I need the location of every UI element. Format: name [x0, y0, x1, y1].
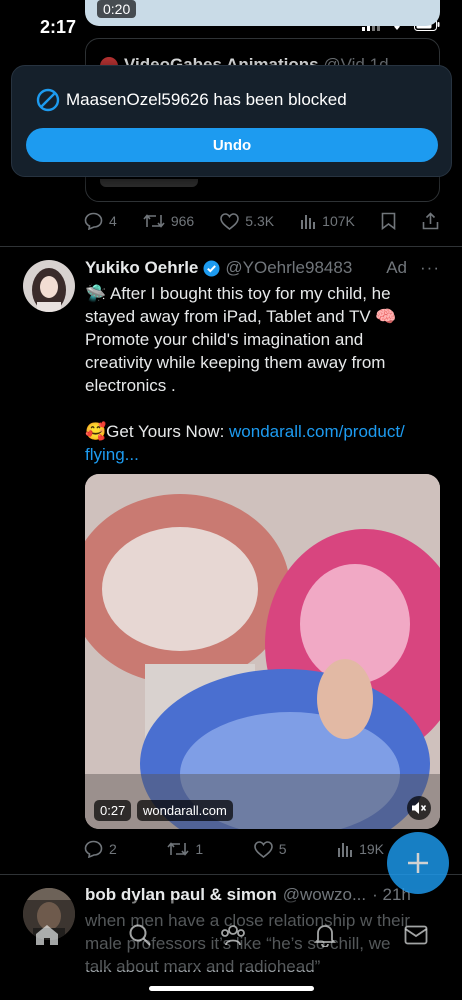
avatar[interactable]	[23, 260, 75, 312]
compose-icon	[408, 853, 428, 873]
mute-button[interactable]	[407, 796, 431, 820]
repost-button[interactable]: 1	[167, 841, 203, 857]
like-button[interactable]: 5	[253, 840, 287, 858]
bookmark-button[interactable]	[381, 212, 396, 230]
reply-count: 4	[109, 213, 117, 229]
video-player[interactable]: 0:27 wondarall.com	[85, 474, 440, 829]
home-icon[interactable]	[34, 923, 60, 947]
notifications-icon[interactable]	[314, 923, 336, 947]
tweet-line: electronics .	[85, 376, 176, 395]
tweet-line: 🛸 After I bought this toy for my child, …	[85, 284, 391, 303]
top-tweet-actions: 4 966 5.3K 107K	[84, 212, 439, 230]
video-frame	[85, 474, 440, 829]
repost-icon	[167, 842, 189, 856]
cta-link[interactable]: wondarall.com/product/	[229, 422, 405, 441]
bottom-nav	[0, 900, 462, 970]
more-icon[interactable]: ···	[420, 258, 440, 278]
ad-label: Ad	[386, 258, 408, 277]
quote-thumbnail	[100, 179, 198, 187]
views-button[interactable]: 19K	[337, 841, 384, 857]
repost-count: 966	[170, 213, 195, 229]
like-count: 5	[278, 841, 287, 857]
reply-button[interactable]: 2	[84, 840, 117, 858]
blocked-toast: MaasenOzel59626 has been blocked Undo	[11, 65, 452, 177]
view-count: 19K	[359, 841, 384, 857]
undo-button[interactable]: Undo	[26, 128, 438, 162]
toast-message: MaasenOzel59626 has been blocked	[66, 90, 347, 109]
tweet-text: 🛸 After I bought this toy for my child, …	[85, 282, 445, 466]
reply-icon	[84, 840, 103, 858]
like-count: 5.3K	[245, 213, 275, 229]
bookmark-icon	[381, 212, 396, 230]
tweet-line: creativity while keeping them away from	[85, 353, 386, 372]
like-icon	[253, 840, 273, 858]
communities-icon[interactable]	[220, 923, 246, 947]
like-icon	[220, 212, 240, 230]
views-button[interactable]: 107K	[300, 213, 355, 229]
compose-button[interactable]	[387, 832, 449, 894]
repost-count: 1	[195, 841, 204, 857]
views-icon	[338, 843, 353, 857]
tweet-line: stayed away from iPad, Tablet and TV 🧠	[85, 307, 397, 326]
divider	[0, 246, 462, 247]
cta-prefix: 🥰Get Yours Now:	[85, 422, 230, 441]
search-icon[interactable]	[128, 923, 152, 947]
blocked-icon	[36, 88, 60, 112]
views-icon	[301, 215, 316, 229]
reply-button[interactable]: 4	[84, 212, 117, 230]
like-button[interactable]: 5.3K	[220, 212, 275, 230]
ad-tweet-actions: 2 1 5 19K	[84, 840, 384, 858]
top-media-duration: 0:20	[97, 0, 137, 18]
mute-icon	[412, 802, 427, 814]
share-button[interactable]	[422, 212, 439, 230]
messages-icon[interactable]	[404, 925, 428, 945]
author-name[interactable]: Yukiko Oehrle	[85, 258, 198, 278]
reply-icon	[84, 212, 103, 230]
repost-button[interactable]: 966	[143, 213, 194, 229]
video-duration: 0:27	[94, 800, 132, 821]
reply-count: 2	[109, 841, 117, 857]
tweet-header: Yukiko Oehrle @YOehrle98483 Ad ···	[85, 258, 440, 278]
view-count: 107K	[322, 213, 355, 229]
share-icon	[422, 212, 439, 230]
verified-badge-icon	[203, 260, 220, 276]
tweet-line: Promote your child's imagination and	[85, 330, 364, 349]
top-tweet-media[interactable]: 0:20	[85, 0, 440, 26]
cta-link-continued[interactable]: flying...	[85, 443, 445, 466]
repost-icon	[143, 214, 165, 228]
video-domain[interactable]: wondarall.com	[137, 800, 233, 821]
home-indicator	[149, 986, 314, 991]
author-handle[interactable]: @YOehrle98483	[225, 258, 352, 278]
status-time: 2:17	[40, 17, 77, 37]
tweet-cta-line: 🥰Get Yours Now: wondarall.com/product/	[85, 420, 445, 443]
